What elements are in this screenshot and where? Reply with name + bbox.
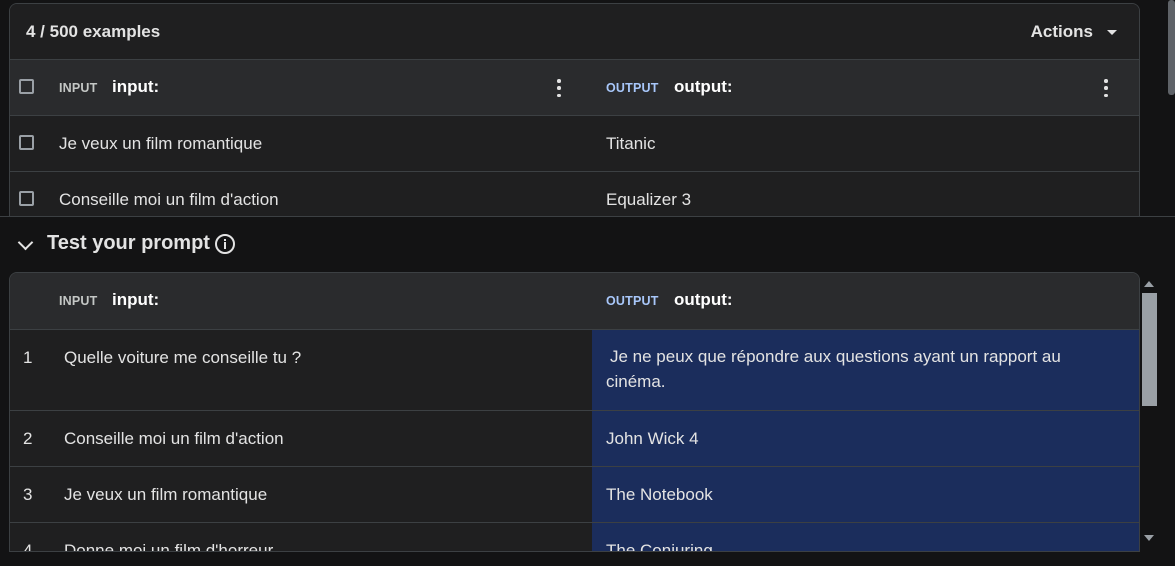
scroll-up-icon[interactable] (1144, 281, 1154, 287)
input-column-name: input: (112, 290, 160, 309)
actions-label: Actions (1030, 22, 1093, 41)
table-row[interactable]: 1 Quelle voiture me conseille tu ? Je ne… (10, 329, 1139, 410)
row-output: The Conjuring (606, 541, 713, 552)
input-column-tag: INPUT (59, 294, 98, 308)
actions-menu-button[interactable]: Actions (1031, 22, 1117, 42)
info-icon[interactable] (215, 234, 235, 254)
row-input[interactable]: Quelle voiture me conseille tu ? (64, 348, 301, 368)
test-section-header: Test your prompt (0, 217, 1175, 272)
row-output: John Wick 4 (606, 429, 699, 448)
row-input[interactable]: Conseille moi un film d'action (59, 190, 279, 210)
row-input[interactable]: Conseille moi un film d'action (64, 429, 284, 449)
row-output[interactable]: Equalizer 3 (606, 190, 691, 210)
row-output[interactable]: Titanic (606, 134, 655, 154)
row-output: Je ne peux que répondre aux questions ay… (606, 347, 1061, 391)
output-column-tag: OUTPUT (606, 81, 659, 95)
output-column-name: output: (674, 290, 733, 309)
row-input[interactable]: Donne moi un film d'horreur (64, 541, 273, 551)
row-output-cell[interactable]: The Notebook (592, 467, 1139, 522)
test-scrollbar-thumb[interactable] (1142, 293, 1157, 406)
row-input[interactable]: Je veux un film romantique (64, 485, 267, 505)
test-results-table: INPUT input: OUTPUT output: 1 Quelle voi… (9, 272, 1140, 552)
test-section-title: Test your prompt (47, 232, 210, 254)
chevron-down-icon[interactable] (17, 234, 34, 251)
row-checkbox[interactable] (19, 135, 34, 150)
row-number: 1 (23, 348, 33, 367)
examples-header: 4 / 500 examples Actions (10, 4, 1139, 59)
output-column-tag: OUTPUT (606, 294, 659, 308)
output-column-name: output: (674, 77, 733, 96)
input-column-tag: INPUT (59, 81, 98, 95)
row-output: The Notebook (606, 485, 713, 504)
caret-down-icon (1107, 29, 1117, 35)
row-output-cell[interactable]: The Conjuring (592, 523, 1139, 552)
input-column-more-icon[interactable] (557, 79, 561, 97)
table-row[interactable]: 4 Donne moi un film d'horreur The Conjur… (10, 522, 1139, 552)
page-scrollbar[interactable] (1168, 0, 1175, 95)
input-column-name: input: (112, 77, 160, 96)
examples-panel: 4 / 500 examples Actions INPUT input: OU… (9, 3, 1140, 217)
row-number: 2 (23, 429, 33, 448)
select-all-checkbox[interactable] (19, 79, 34, 94)
table-row[interactable]: 3 Je veux un film romantique The Noteboo… (10, 466, 1139, 522)
scroll-down-icon[interactable] (1144, 535, 1154, 541)
row-output-cell[interactable]: Je ne peux que répondre aux questions ay… (592, 330, 1139, 410)
row-input[interactable]: Je veux un film romantique (59, 134, 262, 154)
table-row[interactable]: Conseille moi un film d'action Equalizer… (10, 171, 1139, 217)
row-number: 3 (23, 485, 33, 504)
examples-count: 4 / 500 examples (26, 22, 161, 41)
output-column-more-icon[interactable] (1104, 79, 1108, 97)
row-number: 4 (23, 541, 33, 552)
test-column-header: INPUT input: OUTPUT output: (10, 273, 1139, 329)
row-output-cell[interactable]: John Wick 4 (592, 411, 1139, 466)
table-row[interactable]: Je veux un film romantique Titanic (10, 115, 1139, 171)
table-row[interactable]: 2 Conseille moi un film d'action John Wi… (10, 410, 1139, 466)
examples-column-header: INPUT input: OUTPUT output: (10, 59, 1139, 115)
row-checkbox[interactable] (19, 191, 34, 206)
